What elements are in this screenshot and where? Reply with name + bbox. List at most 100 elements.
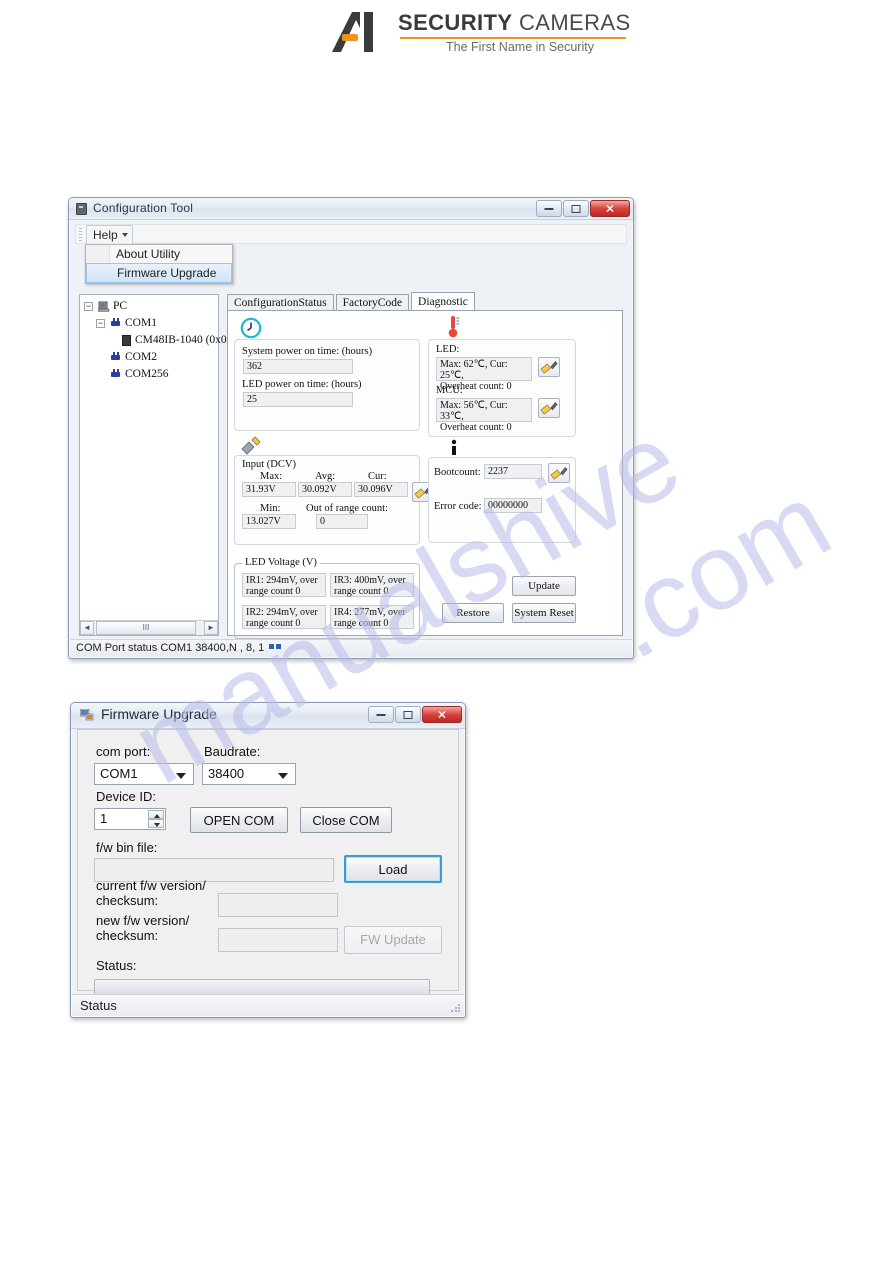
stepper-up-button[interactable]	[148, 810, 164, 819]
com-port-select[interactable]: COM1	[94, 763, 194, 785]
tab-strip: ConfigurationStatus FactoryCode Diagnost…	[227, 292, 477, 311]
led-temp-reset-button[interactable]	[538, 357, 560, 377]
firmware-status-text: Status	[80, 998, 117, 1013]
baudrate-value: 38400	[208, 766, 245, 781]
device-tree-panel: − PC − COM1 CM48IB-1040 (0x01) COM2 COM2…	[79, 294, 236, 636]
input-cur-label: Cur:	[368, 471, 387, 482]
error-code-value: 00000000	[484, 498, 542, 513]
thermometer-icon	[448, 316, 459, 338]
tree-node-device[interactable]: CM48IB-1040 (0x01)	[84, 332, 236, 349]
tab-configuration-status[interactable]: ConfigurationStatus	[227, 294, 334, 311]
eraser-icon	[550, 467, 568, 480]
tree-expander-pc[interactable]: −	[84, 302, 93, 311]
configuration-tool-window: Configuration Tool ✕ Help About Utility …	[68, 197, 634, 659]
device-id-stepper[interactable]: 1	[94, 808, 166, 830]
update-button[interactable]: Update	[512, 576, 576, 596]
menu-help[interactable]: Help	[86, 225, 133, 245]
scroll-left-arrow[interactable]: ◄	[80, 621, 94, 635]
led-voltage-title: LED Voltage (V)	[242, 557, 320, 568]
a1-logo-mark-icon	[332, 12, 373, 52]
input-avg-label: Avg:	[315, 471, 336, 482]
led-voltage-ir4: IR4: 277mV, over range count 0	[330, 605, 414, 629]
stepper-down-button[interactable]	[148, 819, 164, 828]
tab-diagnostic[interactable]: Diagnostic	[411, 292, 475, 311]
scroll-right-arrow[interactable]: ►	[204, 621, 218, 635]
device-id-label: Device ID:	[96, 789, 156, 804]
serial-port-icon	[111, 369, 120, 377]
menu-item-firmware-upgrade[interactable]: Firmware Upgrade	[86, 263, 232, 283]
input-min-value: 13.027V	[242, 514, 296, 529]
firmware-maximize-button[interactable]	[395, 706, 421, 723]
maximize-icon	[571, 204, 581, 213]
firmware-window-controls: ✕	[367, 706, 462, 723]
mcu-temp-reset-button[interactable]	[538, 398, 560, 418]
connection-indicator-icon	[269, 644, 284, 649]
new-fw-label: new f/w version/ checksum:	[96, 913, 190, 943]
input-min-label: Min:	[260, 503, 281, 514]
tree-node-com256-label: COM256	[125, 368, 169, 380]
current-fw-input	[218, 893, 338, 917]
close-com-button[interactable]: Close COM	[300, 807, 392, 833]
bootcount-reset-button[interactable]	[548, 463, 570, 483]
firmware-window-title: Firmware Upgrade	[101, 706, 217, 722]
firmware-status-bar: Status	[72, 994, 464, 1016]
menu-item-about-utility[interactable]: About Utility	[86, 245, 232, 263]
led-temp-label: LED:	[436, 344, 460, 355]
system-reset-button[interactable]: System Reset	[512, 603, 576, 623]
minimize-button[interactable]	[536, 200, 562, 217]
baudrate-select[interactable]: 38400	[202, 763, 296, 785]
config-status-bar: COM Port status COM1 38400,N , 8, 1	[70, 639, 632, 657]
firmware-close-button[interactable]: ✕	[422, 706, 462, 723]
menu-grip-handle[interactable]	[79, 228, 82, 242]
scroll-thumb[interactable]: III	[96, 621, 196, 635]
maximize-icon	[403, 710, 413, 719]
input-dcv-title: Input (DCV)	[242, 459, 296, 470]
main-tab-control: ConfigurationStatus FactoryCode Diagnost…	[227, 292, 623, 639]
restore-button[interactable]: Restore	[442, 603, 504, 623]
chevron-down-icon	[278, 773, 288, 779]
firmware-titlebar: Firmware Upgrade ✕	[71, 703, 465, 729]
firmware-minimize-button[interactable]	[368, 706, 394, 723]
maximize-button[interactable]	[563, 200, 589, 217]
eraser-icon	[540, 361, 558, 374]
led-power-on-value: 25	[243, 392, 353, 407]
led-temp-value: Max: 62℃, Cur: 25℃, Overheat count: 0	[436, 357, 532, 392]
tab-factory-code[interactable]: FactoryCode	[335, 294, 410, 311]
led-voltage-ir3: IR3: 400mV, over range count 0	[330, 573, 414, 597]
input-cur-value: 30.096V	[354, 482, 408, 497]
tree-node-pc[interactable]: − PC	[84, 298, 216, 315]
tree-node-com1[interactable]: − COM1	[84, 315, 216, 332]
new-fw-input	[218, 928, 338, 952]
tree-node-com256[interactable]: COM256	[84, 366, 216, 383]
clock-icon	[240, 317, 262, 339]
firmware-body: com port: COM1 Baudrate: 38400 Device ID…	[77, 729, 459, 997]
firmware-upgrade-window: Firmware Upgrade ✕ com port: COM1 Baudra…	[70, 702, 466, 1018]
out-of-range-value: 0	[316, 514, 368, 529]
logo-tagline: The First Name in Security	[446, 40, 594, 54]
minimize-icon	[544, 207, 554, 210]
load-button[interactable]: Load	[344, 855, 442, 883]
resize-grip-icon[interactable]	[450, 1003, 460, 1013]
logo-security-text: SECURITY	[398, 10, 513, 35]
out-of-range-label: Out of range count:	[306, 503, 388, 514]
logo-cameras-text: CAMERAS	[518, 10, 631, 35]
app-icon	[76, 203, 87, 215]
close-button[interactable]: ✕	[590, 200, 630, 217]
menu-strip: Help	[75, 224, 627, 245]
bootcount-value: 2237	[484, 464, 542, 479]
tree-horizontal-scrollbar[interactable]: ◄ III ►	[80, 620, 218, 635]
logo-wordmark: SECURITY CAMERAS	[398, 10, 631, 36]
a1-security-cameras-logo: SECURITY CAMERAS The First Name in Secur…	[330, 8, 630, 60]
tree-node-com2[interactable]: COM2	[84, 349, 216, 366]
config-titlebar: Configuration Tool ✕	[69, 198, 633, 220]
device-tree: − PC − COM1 CM48IB-1040 (0x01) COM2 COM2…	[84, 298, 236, 383]
open-com-button[interactable]: OPEN COM	[190, 807, 288, 833]
serial-port-icon	[111, 318, 120, 326]
config-window-title: Configuration Tool	[93, 201, 194, 215]
eraser-icon	[540, 402, 558, 415]
fw-update-button[interactable]: FW Update	[344, 926, 442, 954]
input-max-label: Max:	[260, 471, 283, 482]
tree-expander-com1[interactable]: −	[96, 319, 105, 328]
mcu-temp-label: MCU:	[436, 385, 463, 396]
led-voltage-ir1: IR1: 294mV, over range count 0	[242, 573, 326, 597]
